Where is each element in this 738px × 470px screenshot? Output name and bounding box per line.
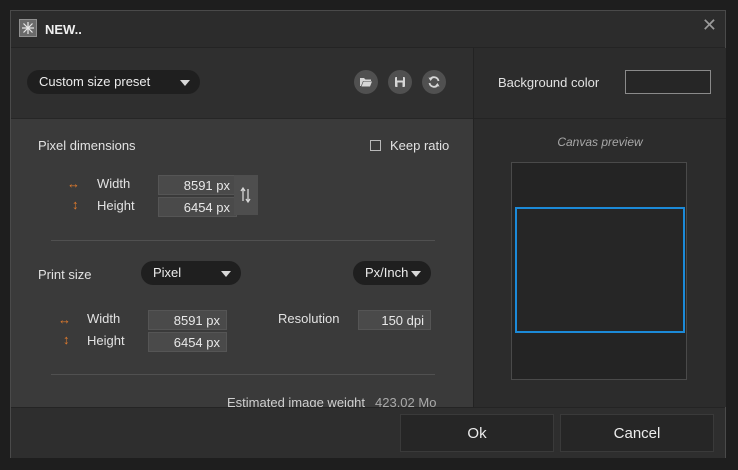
dialog-title: NEW..: [45, 22, 82, 37]
pixel-width-label: Width: [97, 176, 131, 191]
size-preset-label: Custom size preset: [39, 74, 151, 89]
new-image-dialog: NEW.. ✕ Custom size preset Pixel dimensi…: [10, 10, 726, 458]
keep-ratio-label: Keep ratio: [390, 138, 450, 153]
chevron-down-icon: [180, 80, 190, 86]
canvas-preview-frame: [511, 162, 687, 380]
resolution-input[interactable]: 150 dpi: [358, 310, 431, 330]
section-divider: [51, 374, 435, 375]
pixel-height-label: Height: [97, 198, 135, 213]
print-width-input[interactable]: 8591 px: [148, 310, 227, 330]
cancel-button[interactable]: Cancel: [560, 414, 714, 452]
open-folder-icon: [360, 78, 372, 87]
chevron-down-icon: [411, 271, 421, 277]
keep-ratio-checkbox[interactable]: [370, 140, 381, 151]
height-arrow-icon: ↕: [63, 332, 70, 347]
title-bar[interactable]: NEW.. ✕: [11, 11, 725, 48]
dialog-footer: Ok Cancel: [11, 407, 725, 458]
preview-panel: Background color Canvas preview: [473, 48, 726, 407]
size-settings-panel: Pixel dimensions Keep ratio ↔ Width 8591…: [11, 119, 473, 410]
save-preset-button[interactable]: [388, 70, 412, 94]
width-arrow-icon: ↔: [58, 312, 71, 327]
size-preset-dropdown[interactable]: Custom size preset: [27, 70, 200, 94]
canvas-preview-label: Canvas preview: [557, 135, 643, 149]
preset-bar: Custom size preset: [11, 48, 473, 119]
save-icon: [395, 77, 405, 87]
resolution-unit-dropdown[interactable]: Px/Inch: [353, 261, 431, 285]
open-preset-button[interactable]: [354, 70, 378, 94]
refresh-icon: [428, 76, 440, 88]
print-width-label: Width: [87, 311, 121, 326]
section-divider: [51, 240, 435, 241]
reset-preset-button[interactable]: [422, 70, 446, 94]
height-arrow-icon: ↕: [72, 197, 79, 212]
canvas-preview-rect: [515, 207, 685, 333]
ok-button[interactable]: Ok: [400, 414, 554, 452]
print-unit-dropdown[interactable]: Pixel: [141, 261, 241, 285]
swap-arrows-icon: [240, 186, 251, 204]
swap-dimensions-button[interactable]: [234, 175, 258, 215]
print-size-heading: Print size: [38, 267, 92, 282]
close-icon[interactable]: ✕: [702, 16, 717, 34]
app-logo-icon: [19, 19, 37, 37]
background-color-row: Background color: [474, 48, 726, 119]
width-arrow-icon: ↔: [67, 176, 80, 191]
chevron-down-icon: [221, 271, 231, 277]
background-color-label: Background color: [498, 75, 600, 90]
pixel-width-input[interactable]: 8591 px: [158, 175, 237, 195]
background-color-swatch[interactable]: [625, 70, 711, 94]
pixel-dimensions-heading: Pixel dimensions: [38, 138, 136, 153]
print-unit-label: Pixel: [153, 265, 182, 280]
print-height-input[interactable]: 6454 px: [148, 332, 227, 352]
resolution-label: Resolution: [278, 311, 340, 326]
pixel-height-input[interactable]: 6454 px: [158, 197, 237, 217]
resolution-unit-label: Px/Inch: [365, 265, 409, 280]
print-height-label: Height: [87, 333, 125, 348]
